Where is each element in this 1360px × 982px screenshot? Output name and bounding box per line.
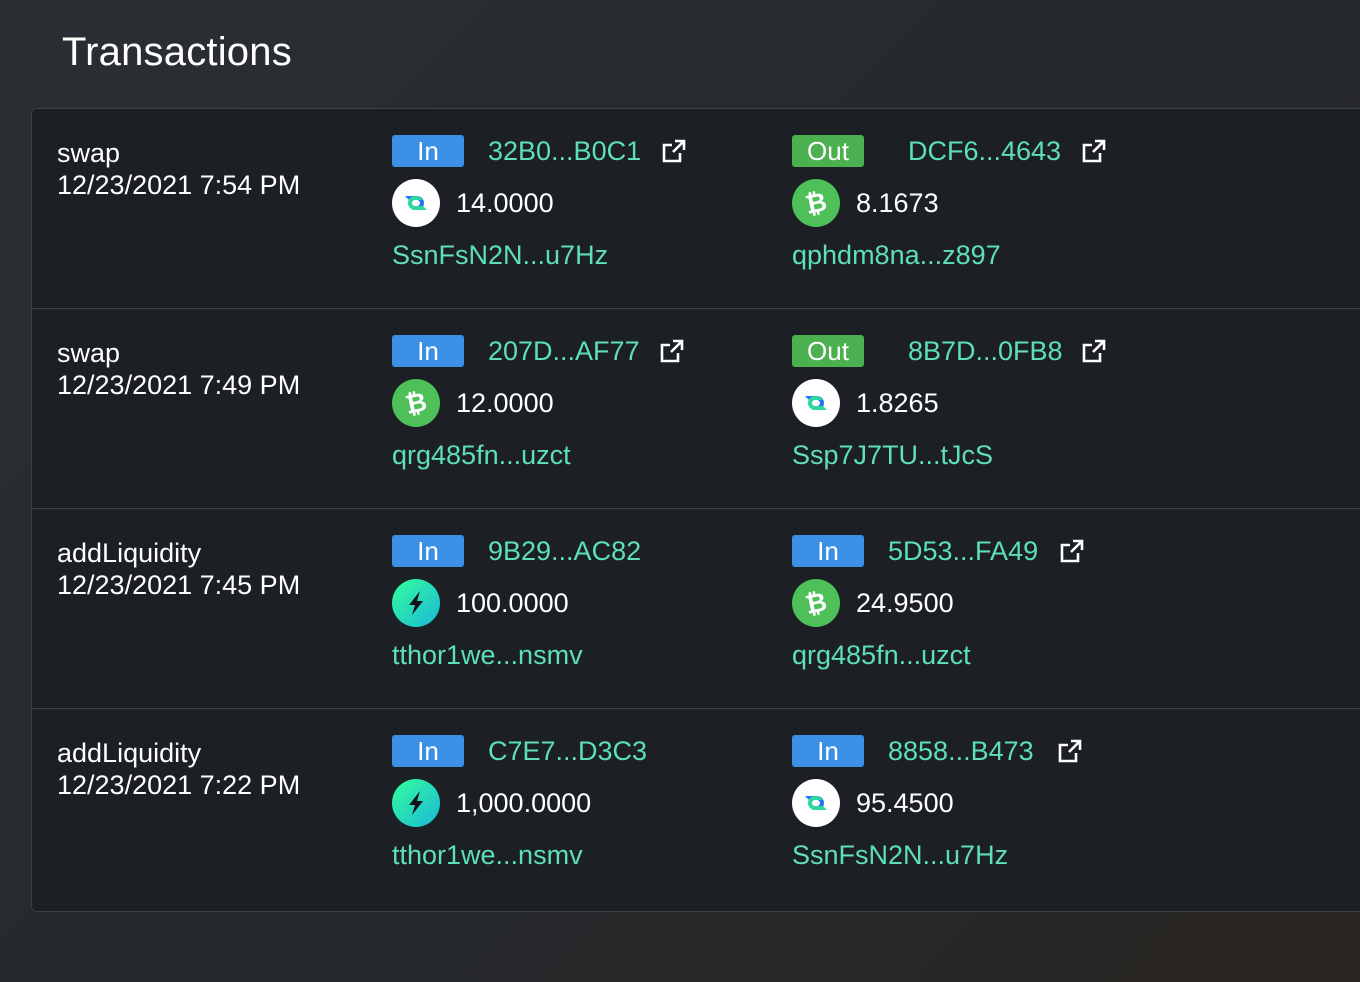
direction-badge: In (392, 335, 464, 367)
external-link-icon[interactable] (1080, 137, 1108, 165)
tx-date: 12/23/2021 7:22 PM (57, 770, 301, 800)
transactions-table: swap 12/23/2021 7:54 PM In 32B0...B0C1 1… (31, 108, 1360, 912)
tx-in-leg: In 207D...AF77 ₿ 12.0000 qrg485fn...uzct (392, 309, 772, 509)
decred-icon (792, 779, 840, 827)
tx-hash-link[interactable]: 5D53...FA49 (888, 535, 1038, 567)
tx-out-leg: In 8858...B473 95.4500 SsnFsN2N...u7Hz (792, 709, 1172, 909)
direction-badge: In (392, 735, 464, 767)
decred-icon (792, 379, 840, 427)
address-link[interactable]: qrg485fn...uzct (392, 439, 571, 471)
rune-icon (392, 779, 440, 827)
svg-text:₿: ₿ (403, 387, 430, 419)
table-row: addLiquidity 12/23/2021 7:45 PM In 9B29.… (32, 509, 1360, 709)
amount: 100.0000 (456, 588, 569, 618)
external-link-icon[interactable] (660, 137, 688, 165)
table-row: swap 12/23/2021 7:54 PM In 32B0...B0C1 1… (32, 109, 1360, 309)
tx-type: swap (57, 338, 121, 368)
external-link-icon[interactable] (1080, 337, 1108, 365)
tx-hash-link[interactable]: 8B7D...0FB8 (908, 335, 1063, 367)
tx-hash-link[interactable]: 207D...AF77 (488, 335, 640, 367)
direction-badge: Out (792, 135, 864, 167)
amount: 24.9500 (856, 588, 954, 618)
direction-badge: In (792, 535, 864, 567)
page-title: Transactions (62, 30, 292, 74)
direction-badge: In (792, 735, 864, 767)
external-link-icon[interactable] (1056, 737, 1084, 765)
direction-badge: Out (792, 335, 864, 367)
tx-in-leg: In 32B0...B0C1 14.0000 SsnFsN2N...u7Hz (392, 109, 772, 309)
address-link[interactable]: qphdm8na...z897 (792, 239, 1001, 271)
address-link[interactable]: qrg485fn...uzct (792, 639, 971, 671)
address-link[interactable]: tthor1we...nsmv (392, 639, 583, 671)
address-link[interactable]: tthor1we...nsmv (392, 839, 583, 871)
tx-type: swap (57, 138, 121, 168)
tx-out-leg: In 5D53...FA49 ₿ 24.9500 qrg485fn...uzct (792, 509, 1172, 709)
tx-date: 12/23/2021 7:49 PM (57, 370, 301, 400)
external-link-icon[interactable] (1058, 537, 1086, 565)
tx-in-leg: In 9B29...AC82 100.0000 tthor1we...nsmv (392, 509, 772, 709)
amount: 12.0000 (456, 388, 554, 418)
decred-icon (392, 179, 440, 227)
direction-badge: In (392, 535, 464, 567)
tx-type: addLiquidity (57, 538, 202, 568)
tx-hash-link[interactable]: 9B29...AC82 (488, 535, 641, 567)
rune-icon (392, 579, 440, 627)
tx-date: 12/23/2021 7:45 PM (57, 570, 301, 600)
svg-text:₿: ₿ (803, 187, 830, 219)
amount: 1,000.0000 (456, 788, 592, 818)
amount: 14.0000 (456, 188, 554, 218)
tx-type: addLiquidity (57, 738, 202, 768)
amount: 95.4500 (856, 788, 954, 818)
bitcoin-cash-icon: ₿ (792, 179, 840, 227)
direction-badge: In (392, 135, 464, 167)
bitcoin-cash-icon: ₿ (392, 379, 440, 427)
amount: 1.8265 (856, 388, 939, 418)
tx-hash-link[interactable]: DCF6...4643 (908, 135, 1061, 167)
svg-text:₿: ₿ (803, 587, 830, 619)
tx-out-leg: Out 8B7D...0FB8 1.8265 Ssp7J7TU...tJcS (792, 309, 1172, 509)
address-link[interactable]: Ssp7J7TU...tJcS (792, 439, 993, 471)
table-row: addLiquidity 12/23/2021 7:22 PM In C7E7.… (32, 709, 1360, 909)
address-link[interactable]: SsnFsN2N...u7Hz (392, 239, 608, 271)
bitcoin-cash-icon: ₿ (792, 579, 840, 627)
tx-hash-link[interactable]: C7E7...D3C3 (488, 735, 647, 767)
tx-in-leg: In C7E7...D3C3 1,000.0000 tthor1we...nsm… (392, 709, 772, 909)
external-link-icon[interactable] (658, 337, 686, 365)
address-link[interactable]: SsnFsN2N...u7Hz (792, 839, 1008, 871)
table-row: swap 12/23/2021 7:49 PM In 207D...AF77 ₿… (32, 309, 1360, 509)
tx-hash-link[interactable]: 32B0...B0C1 (488, 135, 641, 167)
tx-out-leg: Out DCF6...4643 ₿ 8.1673 qphdm8na...z897 (792, 109, 1172, 309)
amount: 8.1673 (856, 188, 939, 218)
tx-date: 12/23/2021 7:54 PM (57, 170, 301, 200)
tx-hash-link[interactable]: 8858...B473 (888, 735, 1034, 767)
